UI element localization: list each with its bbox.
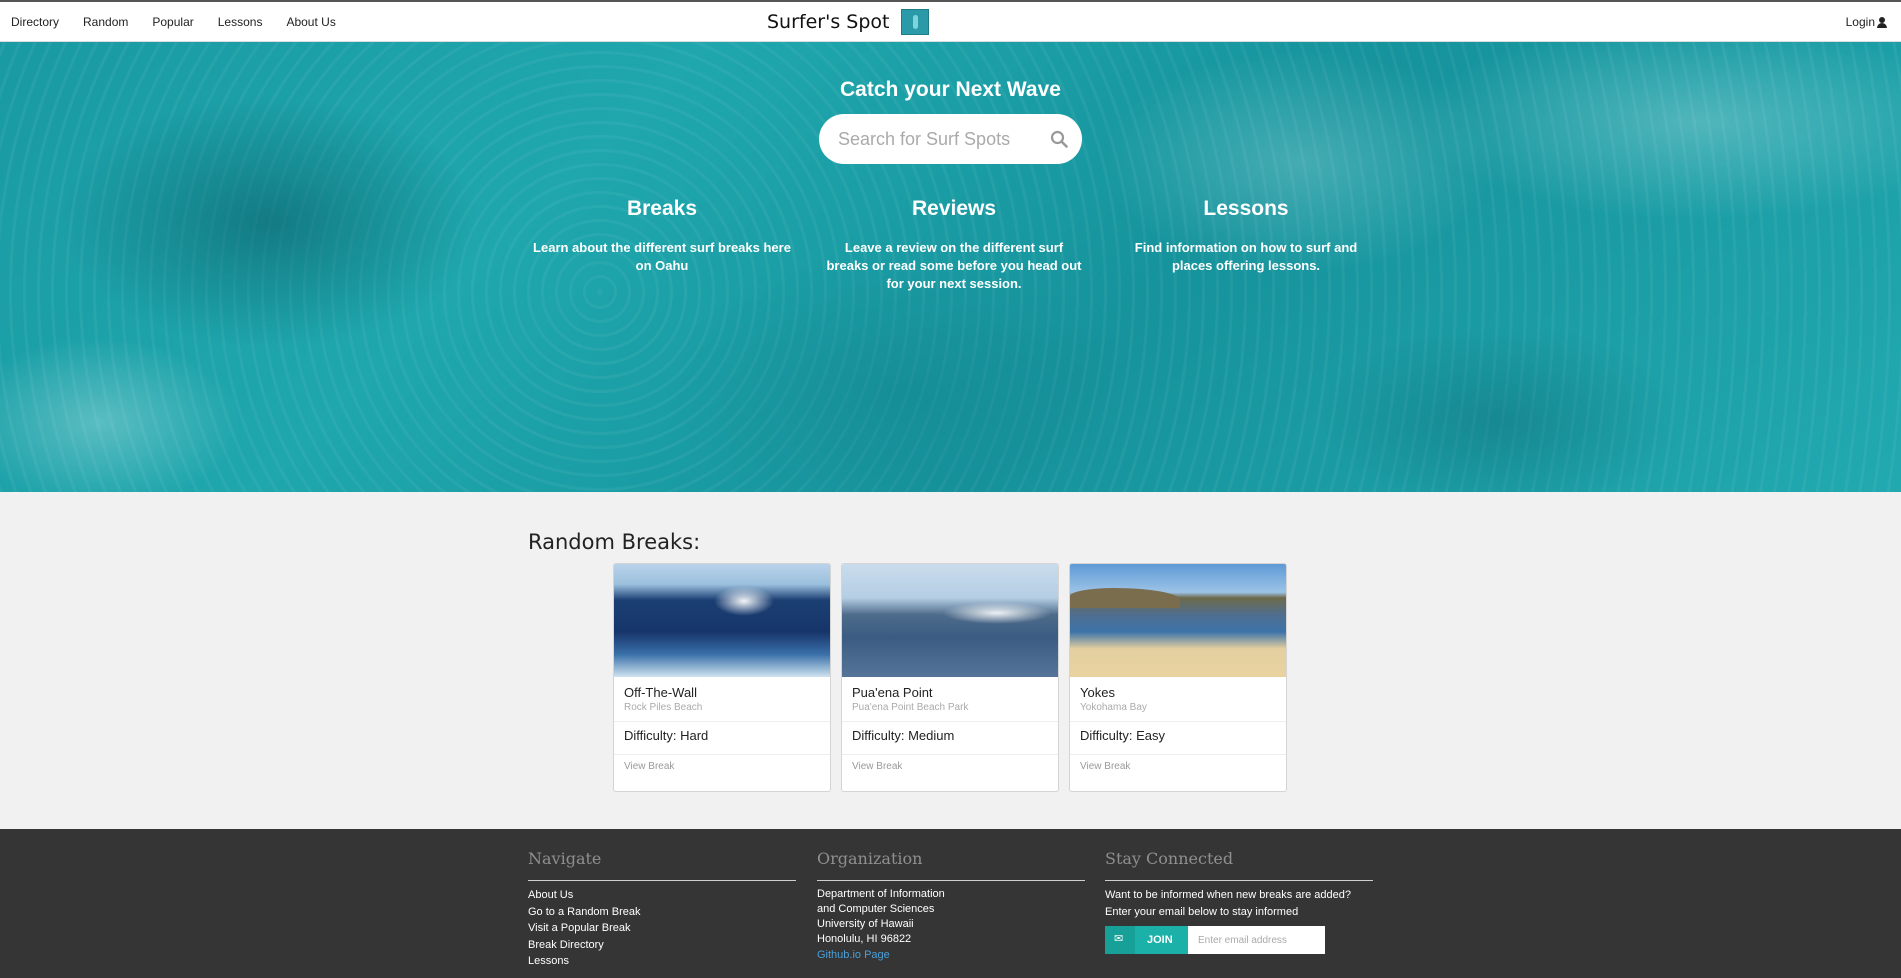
- org-line: Department of Information: [817, 888, 945, 900]
- brand[interactable]: Surfer's Spot: [767, 9, 930, 35]
- footer-link-popular-break[interactable]: Visit a Popular Break: [528, 920, 796, 937]
- nav-random[interactable]: Random: [83, 15, 128, 29]
- hero-title: Catch your Next Wave: [840, 78, 1061, 101]
- nav-directory[interactable]: Directory: [11, 15, 59, 29]
- footer-heading: Navigate: [528, 849, 796, 881]
- search-bar: [819, 114, 1082, 164]
- break-card-off-the-wall[interactable]: Off-The-Wall Rock Piles Beach Difficulty…: [613, 563, 831, 792]
- footer-stay-connected: Stay Connected Want to be informed when …: [1105, 849, 1373, 954]
- footer-link-random-break[interactable]: Go to a Random Break: [528, 904, 796, 921]
- login-button[interactable]: Login: [1846, 15, 1887, 29]
- break-name: Off-The-Wall: [624, 685, 697, 700]
- break-name: Yokes: [1080, 685, 1115, 700]
- break-image: [1070, 564, 1286, 677]
- org-line: Honolulu, HI 96822: [817, 933, 912, 945]
- footer-link-about-us[interactable]: About Us: [528, 887, 796, 904]
- nav-popular[interactable]: Popular: [152, 15, 193, 29]
- nav-lessons[interactable]: Lessons: [218, 15, 263, 29]
- view-break-link[interactable]: View Break: [1070, 755, 1286, 778]
- footer-link-break-directory[interactable]: Break Directory: [528, 937, 796, 954]
- view-break-link[interactable]: View Break: [614, 755, 830, 778]
- card-body: Yokes Yokohama Bay: [1070, 677, 1286, 722]
- connect-text: Enter your email below to stay informed: [1105, 905, 1299, 918]
- join-label: JOIN: [1147, 934, 1173, 946]
- break-difficulty: Difficulty: Hard: [624, 728, 709, 743]
- feature-text: Leave a review on the different surf bre…: [826, 240, 1082, 291]
- search-input[interactable]: [838, 128, 1038, 150]
- brand-title: Surfer's Spot: [767, 11, 890, 33]
- org-line: and Computer Sciences: [817, 903, 935, 915]
- break-location: Pua'ena Point Beach Park: [852, 702, 969, 713]
- break-difficulty: Difficulty: Easy: [1080, 728, 1166, 743]
- random-breaks-title: Random Breaks:: [528, 530, 701, 554]
- search-icon[interactable]: [1050, 130, 1068, 148]
- feature-list: Breaks Learn about the different surf br…: [532, 197, 1376, 293]
- nav-links: Directory Random Popular Lessons About U…: [11, 15, 360, 29]
- surfboard-logo-icon: [901, 9, 930, 35]
- github-page-link[interactable]: Github.io Page: [817, 947, 1085, 963]
- envelope-icon: [1105, 926, 1135, 954]
- connect-text: Want to be informed when new breaks are …: [1105, 889, 1352, 901]
- org-line: University of Hawaii: [817, 918, 914, 930]
- feature-title: Lessons: [1203, 197, 1289, 220]
- footer-organization: Organization Department of Information a…: [817, 849, 1085, 963]
- footer-navigate: Navigate About Us Go to a Random Break V…: [528, 849, 796, 970]
- footer-heading: Stay Connected: [1105, 849, 1373, 881]
- feature-lessons: Lessons Find information on how to surf …: [1116, 197, 1376, 293]
- view-break-link[interactable]: View Break: [842, 755, 1058, 778]
- feature-title: Reviews: [911, 197, 997, 220]
- card-body: Pua'ena Point Pua'ena Point Beach Park: [842, 677, 1058, 722]
- email-field[interactable]: [1188, 926, 1325, 954]
- break-image: [614, 564, 830, 677]
- break-image: [842, 564, 1058, 677]
- hero-banner: Catch your Next Wave Breaks Learn about …: [0, 42, 1901, 492]
- nav-about-us[interactable]: About Us: [286, 15, 335, 29]
- feature-text: Find information on how to surf and plac…: [1134, 240, 1358, 273]
- top-navbar: Directory Random Popular Lessons About U…: [0, 0, 1901, 42]
- feature-reviews: Reviews Leave a review on the different …: [824, 197, 1084, 293]
- footer: Navigate About Us Go to a Random Break V…: [0, 829, 1901, 978]
- login-label: Login: [1845, 15, 1875, 29]
- break-card-puaena-point[interactable]: Pua'ena Point Pua'ena Point Beach Park D…: [841, 563, 1059, 792]
- break-location: Rock Piles Beach: [624, 702, 703, 713]
- footer-link-lessons[interactable]: Lessons: [528, 953, 796, 970]
- break-difficulty: Difficulty: Medium: [852, 728, 955, 743]
- break-name: Pua'ena Point: [852, 685, 933, 700]
- break-location: Yokohama Bay: [1080, 702, 1147, 713]
- break-card-yokes[interactable]: Yokes Yokohama Bay Difficulty: Easy View…: [1069, 563, 1287, 792]
- feature-breaks: Breaks Learn about the different surf br…: [532, 197, 792, 293]
- feature-text: Learn about the different surf breaks he…: [533, 240, 791, 273]
- break-cards: Off-The-Wall Rock Piles Beach Difficulty…: [613, 563, 1287, 792]
- join-button[interactable]: JOIN: [1105, 926, 1188, 954]
- newsletter-form: JOIN: [1105, 926, 1373, 954]
- feature-title: Breaks: [626, 197, 698, 220]
- card-body: Off-The-Wall Rock Piles Beach: [614, 677, 830, 722]
- footer-heading: Organization: [817, 849, 1085, 881]
- user-icon: [1877, 16, 1887, 28]
